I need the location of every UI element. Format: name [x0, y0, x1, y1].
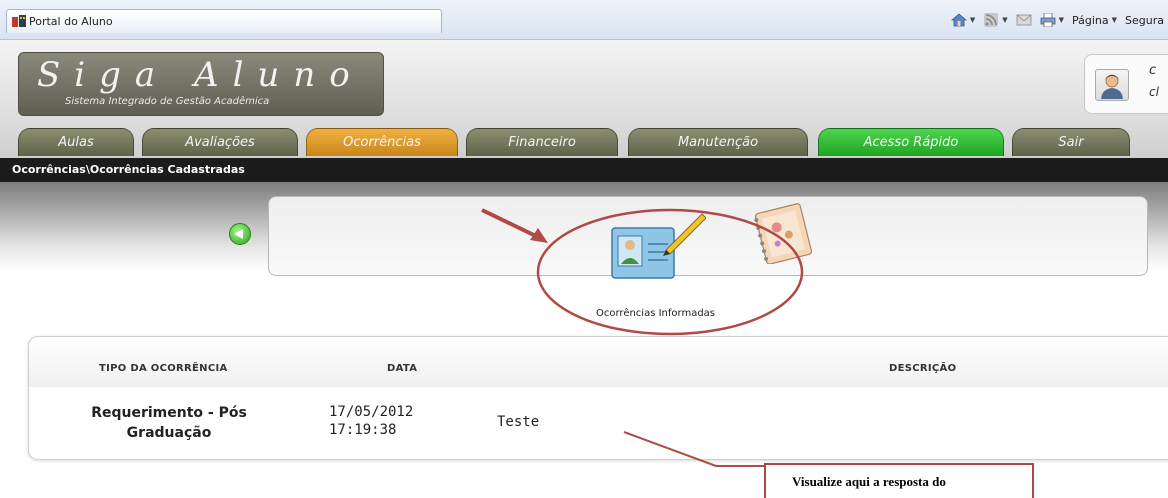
cell-descricao: Teste [497, 414, 540, 430]
logo-subtitle: Sistema Integrado de Gestão Acadêmica [65, 96, 270, 107]
siga-logo: Siga Aluno Sistema Integrado de Gestão A… [18, 52, 384, 116]
page-menu[interactable]: Página ▼ [1072, 14, 1117, 27]
tab-acesso-rapido[interactable]: Acesso Rápido [818, 128, 1004, 156]
browser-tab-title: Portal do Aluno [29, 15, 113, 28]
user-icon [1101, 74, 1123, 99]
safety-menu[interactable]: Segura [1125, 14, 1164, 27]
logo-title: Siga Aluno [37, 55, 364, 95]
chevron-down-icon: ▼ [1111, 16, 1118, 24]
home-button[interactable]: ▼ [950, 13, 975, 27]
column-header-descricao: DESCRIÇÃO [889, 363, 957, 374]
occurrences-table: TIPO DA OCORRÊNCIA DATA DESCRIÇÃO Requer… [28, 336, 1168, 460]
cell-data: 17/05/2012 17:19:38 [329, 403, 413, 439]
mail-icon [1016, 14, 1032, 26]
mail-button[interactable] [1016, 13, 1032, 27]
printer-icon [1040, 13, 1056, 27]
user-panel: c cl [1084, 54, 1168, 114]
chevron-down-icon[interactable]: ▼ [1059, 16, 1064, 24]
action-area [0, 182, 1168, 302]
breadcrumb: Ocorrências\Ocorrências Cadastradas [12, 163, 245, 176]
annotation-callout: Visualize aqui a resposta do [764, 463, 1034, 498]
user-info-fragment: cl [1149, 85, 1159, 99]
tab-sair[interactable]: Sair [1012, 128, 1130, 156]
cell-tipo-line1: Requerimento - Pós [91, 405, 247, 421]
callout-text: Visualize aqui a resposta do [792, 474, 946, 489]
tab-financeiro[interactable]: Financeiro [466, 128, 618, 156]
tab-ocorrencias[interactable]: Ocorrências [306, 128, 458, 156]
cell-tipo-line2: Graduação [126, 425, 212, 441]
cell-tipo: Requerimento - Pós Graduação [89, 403, 249, 443]
browser-tab[interactable]: Portal do Aluno [6, 9, 442, 33]
browser-tools: ▼ ▼ ▼ Página ▼ Segura [950, 13, 1164, 27]
avatar [1095, 69, 1129, 101]
back-button[interactable] [229, 223, 251, 245]
user-name-fragment: c [1149, 63, 1157, 78]
table-header: TIPO DA OCORRÊNCIA DATA DESCRIÇÃO [29, 337, 1168, 387]
tab-aulas[interactable]: Aulas [18, 128, 134, 156]
cell-data-line2: 17:19:38 [329, 422, 397, 438]
column-header-data: DATA [387, 363, 418, 374]
ocorrencias-informadas-label[interactable]: Ocorrências Informadas [596, 308, 715, 319]
column-header-tipo: TIPO DA OCORRÊNCIA [99, 363, 228, 374]
chevron-down-icon[interactable]: ▼ [970, 16, 975, 24]
chevron-down-icon[interactable]: ▼ [1002, 16, 1007, 24]
home-icon [950, 13, 967, 27]
page-menu-label: Página [1072, 13, 1109, 27]
print-button[interactable]: ▼ [1040, 13, 1064, 27]
ocorrencias-informadas-icon[interactable] [610, 210, 706, 284]
rss-feed-icon [984, 13, 999, 27]
notebook-icon[interactable] [748, 200, 818, 264]
tab-manutencao[interactable]: Manutenção [628, 128, 808, 156]
portal-favicon-icon [12, 15, 26, 27]
safety-menu-label: Segura [1125, 13, 1164, 27]
browser-toolbar: Portal do Aluno ▼ ▼ ▼ Página ▼ Segura [0, 0, 1168, 40]
feeds-button[interactable]: ▼ [983, 13, 1008, 27]
main-nav: Aulas Avaliações Ocorrências Financeiro … [0, 128, 1168, 158]
cell-data-line1: 17/05/2012 [329, 404, 414, 420]
tab-avaliacoes[interactable]: Avaliações [142, 128, 298, 156]
back-arrow-icon [234, 229, 243, 239]
breadcrumb-bar: Ocorrências\Ocorrências Cadastradas [0, 158, 1168, 182]
action-panel [268, 196, 1148, 276]
